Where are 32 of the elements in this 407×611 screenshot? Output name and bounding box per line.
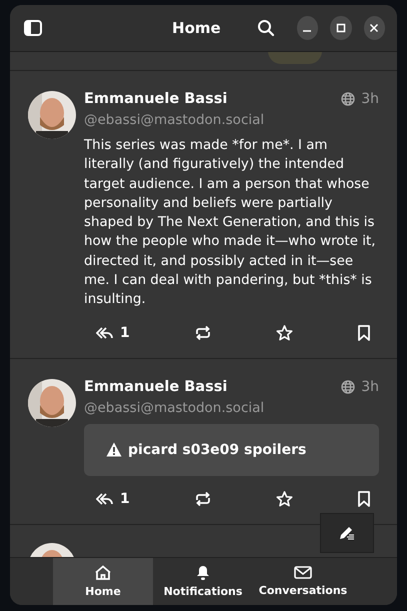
post-time: 3h <box>361 91 379 107</box>
warning-icon <box>106 442 122 458</box>
close-icon <box>369 23 380 33</box>
maximize-button[interactable] <box>330 16 352 40</box>
home-icon <box>95 565 111 580</box>
sidebar-toggle-icon[interactable] <box>24 20 42 36</box>
envelope-icon <box>294 566 312 579</box>
maximize-icon <box>336 23 346 33</box>
pencil-icon <box>339 525 355 541</box>
nav-tab[interactable]: Conversations <box>253 558 353 605</box>
nav-tab[interactable]: Notifications <box>153 558 253 605</box>
globe-icon <box>341 380 356 394</box>
nav-tab[interactable]: Home <box>53 558 153 605</box>
reply-all-icon <box>96 326 114 340</box>
reply-all-icon <box>96 492 114 506</box>
post-text: This series was made *for me*. I am literally (and figuratively) the intended target audience. I am a person that whose personality and beliefs were partially shaped by The Next Generation, and this is how the people who made it—who wrote it, directed it, and possibly acted in it—see me. I can deal with pandering, but *this* is insulting. <box>84 137 376 310</box>
author-handle: @ebassi@mastodon.social <box>84 400 266 416</box>
author-handle: @ebassi@mastodon.social <box>84 112 266 128</box>
post-time: 3h <box>361 378 379 395</box>
globe-icon <box>341 92 356 106</box>
bell-icon <box>196 565 210 580</box>
minimize-icon <box>303 30 312 32</box>
reply-button[interactable]: 1 <box>96 488 130 510</box>
window-title: Home <box>172 19 221 37</box>
author-name[interactable]: Emmanuele Bassi <box>84 378 228 395</box>
spoiler-button[interactable]: picard s03e09 spoilers <box>84 424 379 476</box>
close-button[interactable] <box>364 16 385 40</box>
reply-button[interactable]: 1 <box>96 322 130 344</box>
compose-button[interactable] <box>320 513 374 553</box>
author-name[interactable]: Emmanuele Bassi <box>84 91 228 107</box>
minimize-button[interactable] <box>296 16 318 40</box>
search-icon[interactable] <box>256 19 275 37</box>
